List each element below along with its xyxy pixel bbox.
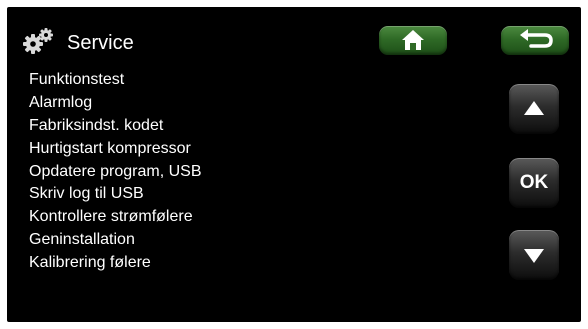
scroll-down-button[interactable] xyxy=(509,230,559,280)
back-button[interactable] xyxy=(501,26,569,55)
menu-item-geninstallation[interactable]: Geninstallation xyxy=(29,229,202,252)
menu-item-skriv-log-til-usb[interactable]: Skriv log til USB xyxy=(29,183,202,206)
menu-item-kalibrering-folere[interactable]: Kalibrering følere xyxy=(29,252,202,275)
arrow-down-icon xyxy=(524,249,544,263)
gears-icon xyxy=(22,27,56,55)
ok-label: OK xyxy=(519,172,549,193)
menu-item-funktionstest[interactable]: Funktionstest xyxy=(29,69,202,92)
menu-item-alarmlog[interactable]: Alarmlog xyxy=(29,92,202,115)
home-icon xyxy=(402,30,424,50)
service-menu-list: Funktionstest Alarmlog Fabriksindst. kod… xyxy=(29,69,202,275)
scroll-up-button[interactable] xyxy=(509,84,559,134)
menu-item-kontrollere-stromfolere[interactable]: Kontrollere strømfølere xyxy=(29,206,202,229)
menu-item-opdatere-program-usb[interactable]: Opdatere program, USB xyxy=(29,161,202,184)
arrow-up-icon xyxy=(524,101,544,115)
menu-item-fabriksindst-kodet[interactable]: Fabriksindst. kodet xyxy=(29,115,202,138)
home-button[interactable] xyxy=(379,26,447,55)
menu-item-hurtigstart-kompressor[interactable]: Hurtigstart kompressor xyxy=(29,138,202,161)
service-screen: Service Funktionstest Alarmlog Fabriksin… xyxy=(7,7,581,322)
ok-button[interactable]: OK xyxy=(509,158,559,208)
page-title: Service xyxy=(67,32,134,54)
back-arrow-icon xyxy=(520,29,553,48)
